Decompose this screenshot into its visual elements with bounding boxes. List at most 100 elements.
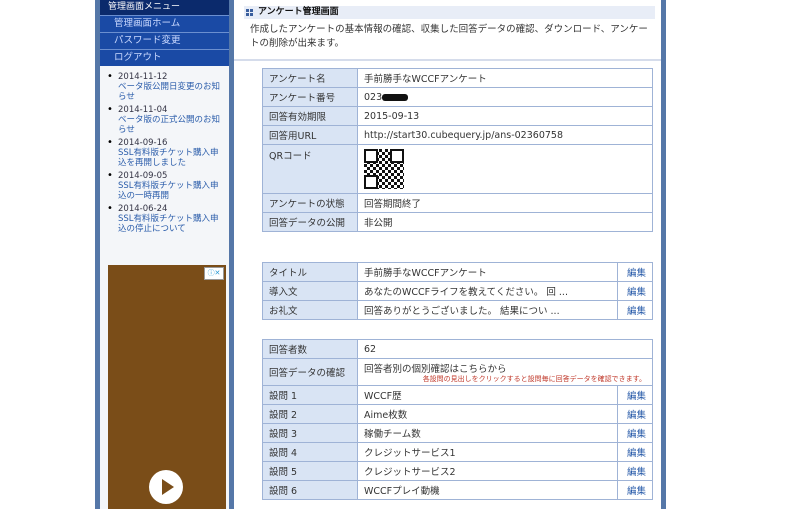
news-item: 2014-11-12ベータ版公開日変更のお知らせ: [106, 72, 225, 102]
qr-finder: [364, 149, 378, 163]
divider: [234, 59, 661, 61]
news-item: 2014-09-05SSL有料版チケット購入申込の一時再開: [106, 171, 225, 201]
survey-texts-table: タイトル 手前勝手なWCCFアンケート 編集 導入文 あなたのWCCFライフを教…: [262, 262, 653, 320]
respondent-count-label: 回答者数: [262, 339, 358, 359]
question-label: 設問 3: [262, 423, 358, 443]
table-row: 設問 4 クレジットサービス1 編集: [262, 442, 653, 462]
qr-finder: [364, 175, 378, 189]
news-item: 2014-06-24SSL有料版チケット購入申込の停止について: [106, 204, 225, 234]
news-date: 2014-06-24: [118, 204, 168, 214]
news-date: 2014-11-04: [118, 105, 168, 115]
answer-url-value[interactable]: http://start30.cubequery.jp/ans-02360758: [357, 125, 653, 145]
answers-table: 回答者数 62 回答データの確認 回答者別の個別確認はこちらから 各設問の見出し…: [262, 339, 653, 500]
page-description: 作成したアンケートの基本情報の確認、収集した回答データの確認、ダウンロード、アン…: [250, 24, 648, 49]
answer-check-label: 回答データの確認: [262, 358, 358, 386]
table-row: タイトル 手前勝手なWCCFアンケート 編集: [262, 262, 653, 282]
survey-number-cell: 023: [357, 87, 653, 107]
individual-answers-link[interactable]: 回答者別の個別確認はこちらから: [364, 364, 507, 375]
edit-question-link[interactable]: 編集: [617, 480, 653, 500]
table-row: 回答データの公開 非公開: [262, 212, 653, 232]
edit-question-link[interactable]: 編集: [617, 442, 653, 462]
news-date: 2014-11-12: [118, 72, 168, 82]
survey-name-label: アンケート名: [262, 68, 358, 88]
question-title-link[interactable]: WCCFプレイ動機: [357, 480, 618, 500]
table-row: QRコード: [262, 144, 653, 194]
survey-status-value: 回答期間終了: [357, 193, 653, 213]
question-title-link[interactable]: 稼働チーム数: [357, 423, 618, 443]
question-label: 設問 2: [262, 404, 358, 424]
news-link[interactable]: ベータ版の正式公開のお知らせ: [118, 115, 220, 135]
table-row: アンケートの状態 回答期間終了: [262, 193, 653, 213]
news-link[interactable]: SSL有料版チケット購入申込の一時再開: [118, 181, 219, 201]
ad-close-icon[interactable]: ⓘ✕: [204, 267, 224, 280]
menu-item-logout[interactable]: ログアウト: [100, 49, 229, 66]
news-list: 2014-11-12ベータ版公開日変更のお知らせ 2014-11-04ベータ版の…: [100, 72, 229, 234]
table-row: 設問 6 WCCFプレイ動機 編集: [262, 480, 653, 500]
qr-code-label: QRコード: [262, 144, 358, 194]
ad-video[interactable]: ⓘ✕: [108, 265, 226, 509]
news-date: 2014-09-16: [118, 138, 168, 148]
edit-question-link[interactable]: 編集: [617, 385, 653, 405]
table-row: 導入文 あなたのWCCFライフを教えてください。 回 ... 編集: [262, 281, 653, 301]
edit-title-link[interactable]: 編集: [617, 262, 653, 282]
menu-item-password-change[interactable]: パスワード変更: [100, 32, 229, 49]
survey-number-label: アンケート番号: [262, 87, 358, 107]
question-title-link[interactable]: クレジットサービス2: [357, 461, 618, 481]
thanks-value: 回答ありがとうございました。 結果につい ...: [357, 300, 618, 320]
expiry-value: 2015-09-13: [357, 106, 653, 126]
table-row: 設問 2 Aime枚数 編集: [262, 404, 653, 424]
question-title-link[interactable]: クレジットサービス1: [357, 442, 618, 462]
edit-question-link[interactable]: 編集: [617, 423, 653, 443]
answer-check-note: 各設問の見出しをクリックすると設問毎に回答データを確認できます。: [422, 374, 646, 383]
news-link[interactable]: SSL有料版チケット購入申込の停止について: [118, 214, 219, 234]
question-title-link[interactable]: Aime枚数: [357, 404, 618, 424]
table-row: 設問 1 WCCF歴 編集: [262, 385, 653, 405]
table-row: 設問 3 稼働チーム数 編集: [262, 423, 653, 443]
title-value: 手前勝手なWCCFアンケート: [357, 262, 618, 282]
table-row: 回答データの確認 回答者別の個別確認はこちらから 各設問の見出しをクリックすると…: [262, 358, 653, 386]
question-label: 設問 1: [262, 385, 358, 405]
thanks-label: お礼文: [262, 300, 358, 320]
table-row: 回答者数 62: [262, 339, 653, 359]
question-label: 設問 5: [262, 461, 358, 481]
table-row: アンケート名 手前勝手なWCCFアンケート: [262, 68, 653, 88]
question-label: 設問 4: [262, 442, 358, 462]
edit-question-link[interactable]: 編集: [617, 461, 653, 481]
question-label: 設問 6: [262, 480, 358, 500]
page-title: アンケート管理画面: [258, 7, 339, 17]
title-label: タイトル: [262, 262, 358, 282]
qr-code-cell: [357, 144, 653, 194]
table-row: 回答有効期限 2015-09-13: [262, 106, 653, 126]
main-content: アンケート管理画面 作成したアンケートの基本情報の確認、収集した回答データの確認…: [234, 0, 661, 509]
intro-value: あなたのWCCFライフを教えてください。 回 ...: [357, 281, 618, 301]
section-grid-icon: [246, 9, 254, 17]
expiry-label: 回答有効期限: [262, 106, 358, 126]
page-frame-right: [661, 0, 666, 509]
news-link[interactable]: SSL有料版チケット購入申込を再開しました: [118, 148, 219, 168]
answer-url-label: 回答用URL: [262, 125, 358, 145]
table-row: 設問 5 クレジットサービス2 編集: [262, 461, 653, 481]
table-row: 回答用URL http://start30.cubequery.jp/ans-0…: [262, 125, 653, 145]
qr-code-image: [364, 149, 404, 189]
survey-status-label: アンケートの状態: [262, 193, 358, 213]
survey-name-value: 手前勝手なWCCFアンケート: [357, 68, 653, 88]
table-row: お礼文 回答ありがとうございました。 結果につい ... 編集: [262, 300, 653, 320]
menu-item-admin-home[interactable]: 管理画面ホーム: [100, 15, 229, 32]
redaction-mark: [382, 93, 409, 101]
news-link[interactable]: ベータ版公開日変更のお知らせ: [118, 82, 220, 102]
data-public-value: 非公開: [357, 212, 653, 232]
qr-finder: [390, 149, 404, 163]
menu-title: 管理画面メニュー: [100, 0, 229, 15]
news-date: 2014-09-05: [118, 171, 168, 181]
edit-question-link[interactable]: 編集: [617, 404, 653, 424]
survey-number-value: 023: [364, 91, 383, 103]
answer-check-cell: 回答者別の個別確認はこちらから 各設問の見出しをクリックすると設問毎に回答データ…: [357, 358, 653, 386]
edit-thanks-link[interactable]: 編集: [617, 300, 653, 320]
edit-intro-link[interactable]: 編集: [617, 281, 653, 301]
play-icon[interactable]: [149, 470, 183, 504]
section-header: アンケート管理画面: [244, 6, 655, 19]
survey-info-table: アンケート名 手前勝手なWCCFアンケート アンケート番号 023 回答有効期限…: [262, 68, 653, 232]
question-title-link[interactable]: WCCF歴: [357, 385, 618, 405]
news-item: 2014-11-04ベータ版の正式公開のお知らせ: [106, 105, 225, 135]
respondent-count-value: 62: [357, 339, 653, 359]
